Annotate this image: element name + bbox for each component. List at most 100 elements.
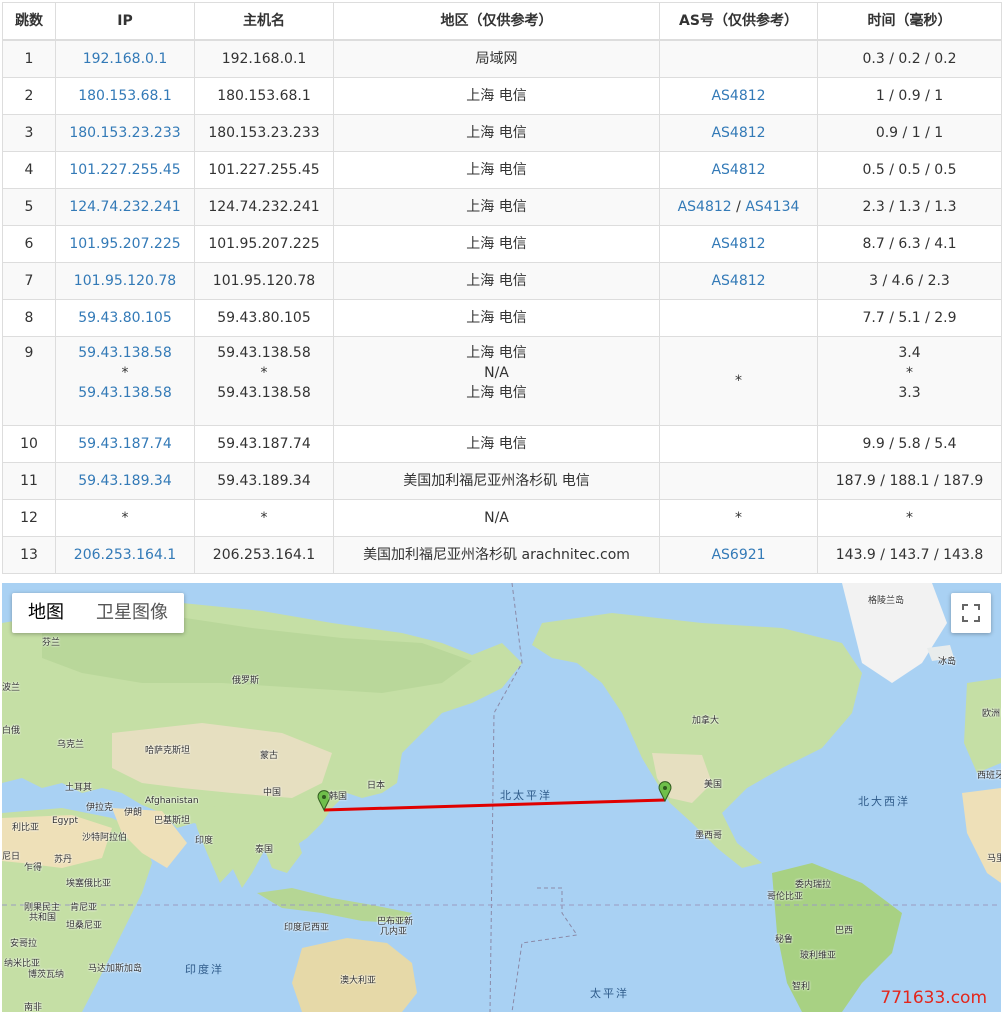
country-label: 玻利维亚 <box>800 951 837 961</box>
as-link[interactable]: AS6921 <box>711 547 765 563</box>
table-row: 9 59.43.138.58 * 59.43.138.58 59.43.138.… <box>2 336 1002 426</box>
as-cell <box>659 425 818 463</box>
country-label: 土耳其 <box>65 783 93 793</box>
country-label: 埃塞俄比亚 <box>66 879 112 889</box>
ip-link[interactable]: 101.95.120.78 <box>74 273 176 289</box>
country-label: 苏丹 <box>54 855 73 865</box>
time-cell: 3 / 4.6 / 2.3 <box>817 262 1002 300</box>
ip-link[interactable]: 206.253.164.1 <box>74 547 176 563</box>
ip-link[interactable]: 59.43.138.58 <box>56 383 194 403</box>
country-label: 印度尼西亚 <box>284 923 330 933</box>
hostname-line: 59.43.138.58 <box>217 385 311 401</box>
region-cell: 上海 电信 <box>333 225 660 263</box>
ip-link[interactable]: 59.43.187.74 <box>78 436 172 452</box>
country-label: 西班牙 <box>977 771 1001 781</box>
country-label: 马里 <box>987 854 1001 864</box>
time-line: 3.3 <box>898 385 921 401</box>
country-label: 巴西 <box>835 926 854 936</box>
fullscreen-icon <box>962 604 980 622</box>
as-link[interactable]: AS4812 <box>711 125 765 141</box>
hostname-cell: 59.43.189.34 <box>194 462 334 500</box>
region-cell: 上海 电信 <box>333 77 660 115</box>
table-row: 3 180.153.23.233 180.153.23.233 上海 电信 AS… <box>2 114 1002 152</box>
time-cell: 0.9 / 1 / 1 <box>817 114 1002 152</box>
time-cell: 1 / 0.9 / 1 <box>817 77 1002 115</box>
hostname-cell: 101.227.255.45 <box>194 151 334 189</box>
ip-link[interactable]: 124.74.232.241 <box>69 199 180 215</box>
country-label: 中国 <box>263 788 282 798</box>
traceroute-table: 跳数 IP 主机名 地区（仅供参考） AS号（仅供参考） 时间（毫秒） 1 19… <box>2 2 1002 574</box>
hostname-cell: 124.74.232.241 <box>194 188 334 226</box>
satellite-view-button[interactable]: 卫星图像 <box>80 593 184 633</box>
country-label: 冰岛 <box>938 657 957 667</box>
ip-link[interactable]: 59.43.189.34 <box>78 473 172 489</box>
country-label: 秘鲁 <box>775 935 794 945</box>
country-label: 南非 <box>24 1003 43 1012</box>
ip-link[interactable]: 192.168.0.1 <box>83 51 168 67</box>
country-label: 加拿大 <box>692 716 720 726</box>
region-cell: 美国加利福尼亚州洛杉矶 arachnitec.com <box>333 536 660 574</box>
ip-link[interactable]: 101.95.207.225 <box>69 236 180 252</box>
hop-cell: 3 <box>2 114 56 152</box>
country-label: 沙特阿拉伯 <box>82 833 128 843</box>
country-label: Egypt <box>52 816 78 826</box>
time-line: 3.4 <box>898 345 921 361</box>
country-label: 哈萨克斯坦 <box>145 746 191 756</box>
hop-cell: 11 <box>2 462 56 500</box>
table-row: 12 * * N/A * * <box>2 499 1002 537</box>
country-label: 马达加斯加岛 <box>88 964 143 974</box>
ip-link[interactable]: 59.43.80.105 <box>78 310 172 326</box>
time-line: * <box>906 365 913 381</box>
ip-link[interactable]: 180.153.23.233 <box>69 125 180 141</box>
route-map[interactable]: 地图 卫星图像 北太平洋 北大西洋 印度洋 太平洋 格陵兰岛 冰岛 芬兰 俄罗斯… <box>2 583 1001 1012</box>
as-link[interactable]: AS4812 <box>711 273 765 289</box>
country-label: Afghanistan <box>145 796 199 806</box>
region-cell: 上海 电信 <box>333 425 660 463</box>
country-label: 泰国 <box>255 845 274 855</box>
table-row: 6 101.95.207.225 101.95.207.225 上海 电信 AS… <box>2 225 1002 263</box>
country-label: 乌克兰 <box>57 740 85 750</box>
time-cell: 7.7 / 5.1 / 2.9 <box>817 299 1002 337</box>
ip-placeholder: * <box>121 365 129 381</box>
ip-link[interactable]: 59.43.138.58 <box>56 343 194 363</box>
country-label: 博茨瓦纳 <box>28 970 65 980</box>
hostname-cell: 59.43.187.74 <box>194 425 334 463</box>
hop-cell: 13 <box>2 536 56 574</box>
ip-link[interactable]: 180.153.68.1 <box>78 88 172 104</box>
region-cell: 上海 电信 <box>333 299 660 337</box>
hop-cell: 12 <box>2 499 56 537</box>
country-label: 日本 <box>367 781 386 791</box>
country-label: 墨西哥 <box>695 831 723 841</box>
watermark: 771633.com <box>880 988 987 1008</box>
time-cell: 9.9 / 5.8 / 5.4 <box>817 425 1002 463</box>
country-label: 几内亚 <box>380 927 408 937</box>
as-link[interactable]: AS4134 <box>745 199 799 215</box>
hostname-cell: 180.153.68.1 <box>194 77 334 115</box>
country-label: 芬兰 <box>42 638 61 648</box>
as-cell <box>659 462 818 500</box>
table-row: 5 124.74.232.241 124.74.232.241 上海 电信 AS… <box>2 188 1002 226</box>
country-label: 肯尼亚 <box>70 903 98 913</box>
table-row: 2 180.153.68.1 180.153.68.1 上海 电信 AS4812… <box>2 77 1002 115</box>
as-separator: / <box>736 199 741 215</box>
ocean-label: 印度洋 <box>185 963 224 976</box>
hostname-cell: 206.253.164.1 <box>194 536 334 574</box>
table-row: 8 59.43.80.105 59.43.80.105 上海 电信 7.7 / … <box>2 299 1002 337</box>
time-cell: * <box>817 499 1002 537</box>
as-link[interactable]: AS4812 <box>711 162 765 178</box>
ocean-label: 北大西洋 <box>858 795 910 808</box>
as-link[interactable]: AS4812 <box>678 199 732 215</box>
fullscreen-button[interactable] <box>951 593 991 633</box>
hostname-cell: 59.43.80.105 <box>194 299 334 337</box>
hop-cell: 2 <box>2 77 56 115</box>
region-cell: 上海 电信 <box>333 188 660 226</box>
hostname-cell: 180.153.23.233 <box>194 114 334 152</box>
time-cell: 2.3 / 1.3 / 1.3 <box>817 188 1002 226</box>
region-line: 上海 电信 <box>466 345 527 361</box>
map-view-button[interactable]: 地图 <box>12 593 80 633</box>
ip-link[interactable]: 101.227.255.45 <box>69 162 180 178</box>
as-link[interactable]: AS4812 <box>711 88 765 104</box>
table-row: 11 59.43.189.34 59.43.189.34 美国加利福尼亚州洛杉矶… <box>2 462 1002 500</box>
as-link[interactable]: AS4812 <box>711 236 765 252</box>
hop-cell: 1 <box>2 39 56 78</box>
